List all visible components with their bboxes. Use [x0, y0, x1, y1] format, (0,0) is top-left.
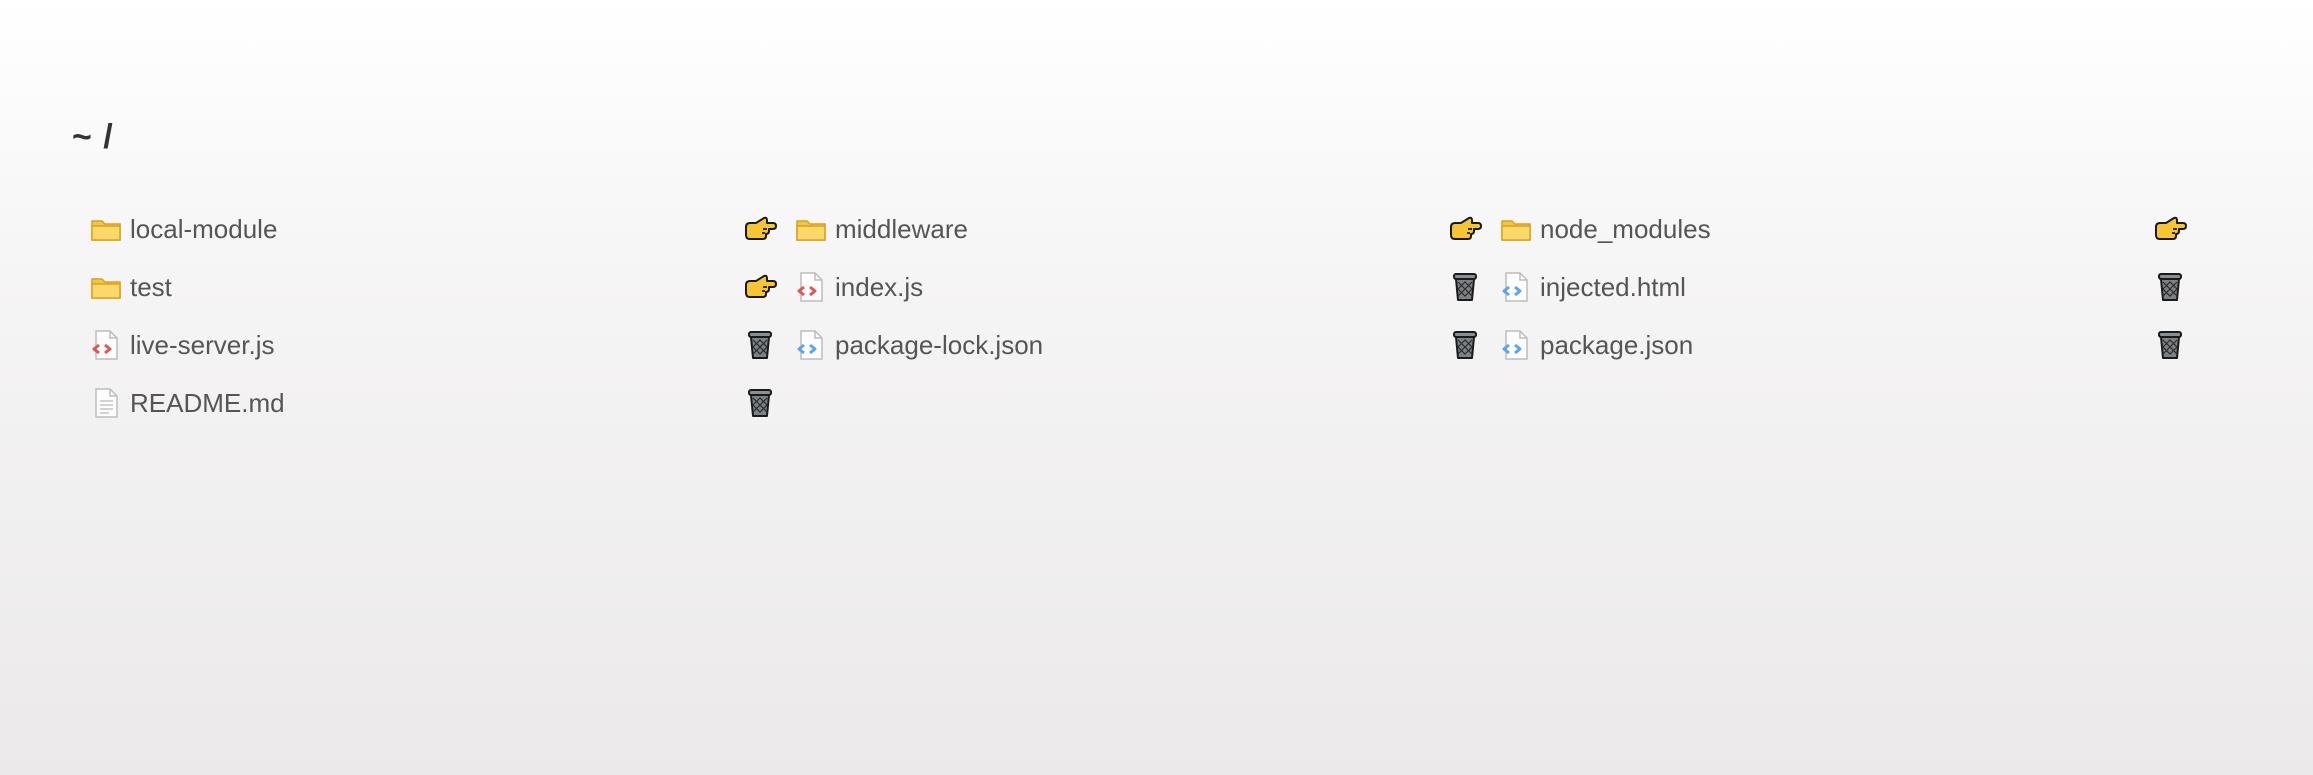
page-title: ~ / [72, 118, 114, 156]
list-item[interactable]: README.md [90, 374, 795, 432]
folder-icon [90, 213, 122, 245]
entry-name[interactable]: README.md [130, 388, 285, 419]
list-item[interactable]: package-lock.json [795, 316, 1500, 374]
code-file-icon [1500, 271, 1532, 303]
trash-can-icon[interactable] [743, 386, 777, 420]
code-file-icon [795, 329, 827, 361]
file-listing: local-module middleware node_modules tes… [90, 200, 2240, 432]
trash-can-icon[interactable] [2153, 270, 2187, 304]
js-file-icon [795, 271, 827, 303]
list-item[interactable]: live-server.js [90, 316, 795, 374]
list-item[interactable]: index.js [795, 258, 1500, 316]
entry-name[interactable]: middleware [835, 214, 968, 245]
trash-can-icon[interactable] [2153, 328, 2187, 362]
list-item[interactable]: local-module [90, 200, 795, 258]
folder-icon [90, 271, 122, 303]
entry-name[interactable]: package.json [1540, 330, 1693, 361]
pointing-hand-icon[interactable] [2153, 212, 2187, 246]
list-item[interactable]: test [90, 258, 795, 316]
entry-name[interactable]: package-lock.json [835, 330, 1043, 361]
list-item[interactable]: package.json [1500, 316, 2205, 374]
pointing-hand-icon[interactable] [743, 212, 777, 246]
code-file-icon [1500, 329, 1532, 361]
folder-icon [795, 213, 827, 245]
list-item[interactable]: node_modules [1500, 200, 2205, 258]
js-file-icon [90, 329, 122, 361]
pointing-hand-icon[interactable] [743, 270, 777, 304]
entry-name[interactable]: injected.html [1540, 272, 1686, 303]
trash-can-icon[interactable] [1448, 328, 1482, 362]
entry-name[interactable]: index.js [835, 272, 923, 303]
pointing-hand-icon[interactable] [1448, 212, 1482, 246]
entry-name[interactable]: test [130, 272, 172, 303]
list-item[interactable]: injected.html [1500, 258, 2205, 316]
list-item[interactable]: middleware [795, 200, 1500, 258]
entry-name[interactable]: local-module [130, 214, 277, 245]
entry-name[interactable]: live-server.js [130, 330, 274, 361]
trash-can-icon[interactable] [1448, 270, 1482, 304]
text-file-icon [90, 387, 122, 419]
entry-name[interactable]: node_modules [1540, 214, 1711, 245]
trash-can-icon[interactable] [743, 328, 777, 362]
folder-icon [1500, 213, 1532, 245]
